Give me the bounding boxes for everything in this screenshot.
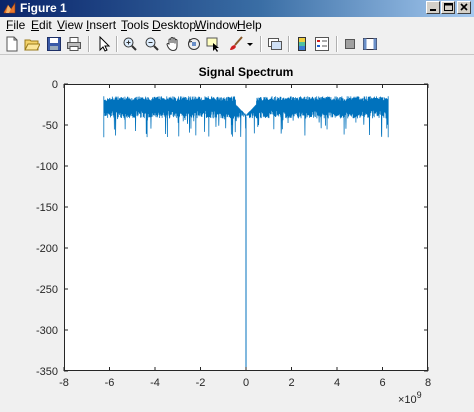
y-tick-label: -250: [36, 284, 58, 296]
x-tick-label: 2: [288, 377, 294, 389]
toolbar-separator: [116, 36, 118, 52]
window-titlebar: Figure 1: [0, 0, 474, 17]
insert-legend-icon[interactable]: [314, 36, 330, 52]
window-title: Figure 1: [20, 1, 67, 15]
toolbar-separator: [288, 36, 290, 52]
toolbar-separator: [88, 36, 90, 52]
toolbar-separator: [260, 36, 262, 52]
x-tick-label: -8: [59, 377, 69, 389]
x-tick-label: -2: [196, 377, 206, 389]
menu-file[interactable]: File: [6, 18, 25, 32]
x-tick-label: 8: [425, 377, 431, 389]
x-tick-label: -6: [105, 377, 115, 389]
menu-tools[interactable]: Tools: [121, 18, 149, 32]
insert-colorbar-icon[interactable]: [294, 36, 310, 52]
x-tick-label: -4: [150, 377, 160, 389]
hide-plot-tools-icon[interactable]: [342, 36, 358, 52]
matlab-icon: [3, 2, 16, 14]
menu-edit[interactable]: Edit: [31, 18, 52, 32]
y-tick-label: -100: [36, 161, 58, 173]
maximize-icon: [444, 3, 453, 11]
menu-help[interactable]: Help: [237, 18, 262, 32]
y-tick-label: -150: [36, 202, 58, 214]
save-figure-icon[interactable]: [46, 36, 62, 52]
close-icon: [460, 3, 468, 11]
pan-icon[interactable]: [165, 36, 181, 52]
data-cursor-icon[interactable]: [206, 36, 222, 52]
menu-insert[interactable]: Insert: [86, 18, 116, 32]
menu-view[interactable]: View: [57, 18, 83, 32]
x-tick-label: 6: [379, 377, 385, 389]
close-button[interactable]: [457, 1, 471, 14]
y-tick-label: -300: [36, 325, 58, 337]
menu-bar: File Edit View Insert Tools Desktop Wind…: [0, 17, 474, 33]
x-axis-exponent: ×109: [398, 390, 422, 406]
brush-icon[interactable]: [228, 36, 244, 52]
maximize-button[interactable]: [441, 1, 455, 14]
minimize-icon: [430, 9, 436, 11]
menu-window[interactable]: Window: [195, 18, 238, 32]
figure-toolbar: [0, 33, 474, 55]
x-tick-label: 0: [243, 377, 249, 389]
toolbar-separator: [336, 36, 338, 52]
y-tick-label: -350: [36, 366, 58, 378]
y-tick-label: 0: [52, 79, 58, 91]
print-figure-icon[interactable]: [66, 36, 82, 52]
new-figure-icon[interactable]: [4, 36, 20, 52]
zoom-in-icon[interactable]: [122, 36, 138, 52]
chart-title: Signal Spectrum: [199, 65, 294, 79]
zoom-out-icon[interactable]: [144, 36, 160, 52]
menu-desktop[interactable]: Desktop: [152, 18, 196, 32]
edit-plot-icon[interactable]: [96, 36, 112, 52]
link-plot-icon[interactable]: [267, 36, 283, 52]
y-tick-label: -200: [36, 243, 58, 255]
brush-dropdown-icon[interactable]: [246, 36, 254, 52]
y-tick-label: -50: [42, 120, 58, 132]
open-file-icon[interactable]: [24, 36, 40, 52]
minimize-button[interactable]: [426, 1, 440, 14]
show-plot-tools-icon[interactable]: [362, 36, 378, 52]
x-tick-label: 4: [334, 377, 340, 389]
rotate-3d-icon[interactable]: [186, 36, 202, 52]
spectrum-chart: -8 -6 -4 -2 0 2 4 6 8 0 -50 -100 -150 -200 -250 -300 -35…: [36, 65, 431, 406]
